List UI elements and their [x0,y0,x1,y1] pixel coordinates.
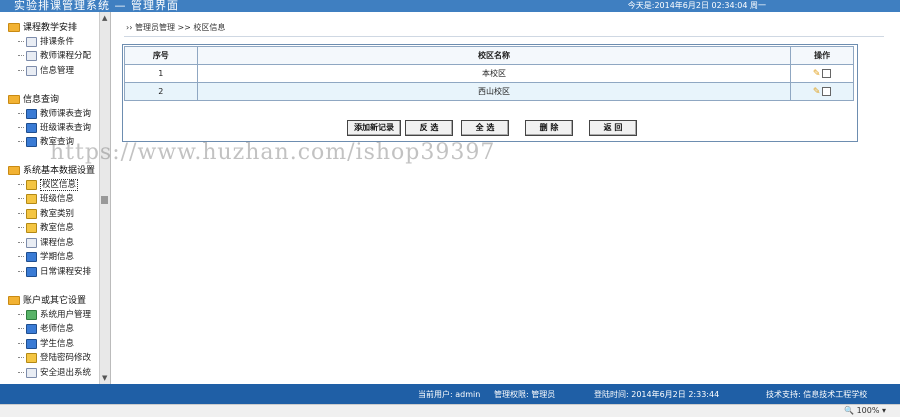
divider [124,36,884,37]
scroll-thumb[interactable] [101,196,108,204]
key-icon [26,352,37,363]
edit-icon [26,208,37,219]
cell-name: 西山校区 [196,82,792,101]
sidebar-item-info-manage[interactable]: 信息管理 [18,64,74,76]
cell-name: 本校区 [196,64,792,83]
main-content: ›› 管理员管理 >> 校区信息 序号 校区名称 操作 1 本校区 ✎ 2 西山… [114,12,900,384]
edit-icon[interactable]: ✎ [813,87,821,97]
sidebar-item-classroom-info[interactable]: 教室信息 [18,221,74,233]
sidebar-item-teacher-course[interactable]: 教师课程分配 [18,49,91,61]
current-date: 今天是:2014年6月2日 02:34:04 周一 [627,1,766,10]
edit-icon [26,122,37,133]
sidebar-item-class-schedule[interactable]: 班级课表查询 [18,121,91,133]
cell-id: 1 [124,64,198,83]
sidebar-item-student-info[interactable]: 学生信息 [18,337,74,349]
doc-icon [26,50,37,61]
breadcrumb: ›› 管理员管理 >> 校区信息 [126,23,226,32]
edit-icon [26,251,37,262]
sidebar-group-course[interactable]: 课程教学安排 [8,20,77,33]
select-all-button[interactable]: 全 选 [461,120,509,136]
sidebar-item-password[interactable]: 登陆密码修改 [18,351,91,363]
doc-icon [26,65,37,76]
table-frame: 序号 校区名称 操作 1 本校区 ✎ 2 西山校区 ✎ 添加新记录 反 选 全 … [122,44,858,142]
sidebar-item-campus[interactable]: 校区信息 [18,178,79,191]
sidebar-item-teacher-info[interactable]: 老师信息 [18,322,74,334]
edit-icon [26,266,37,277]
edit-icon [26,338,37,349]
cell-id: 2 [124,82,198,101]
footer: 当前用户: admin 管理权限: 管理员 登陆时间: 2014年6月2日 2:… [0,384,900,404]
zoom-level[interactable]: 🔍 100% ▾ [844,406,886,415]
sidebar-item-logout[interactable]: 安全退出系统 [18,366,91,378]
campus-table: 序号 校区名称 操作 1 本校区 ✎ 2 西山校区 ✎ [124,46,854,101]
footer-user: 当前用户: admin [418,390,481,399]
users-icon [26,309,37,320]
invert-select-button[interactable]: 反 选 [405,120,453,136]
edit-icon [26,108,37,119]
col-header-op: 操作 [790,46,854,65]
edit-icon [26,323,37,334]
edit-icon [26,136,37,147]
browser-status-bar: 🔍 100% ▾ [0,404,900,417]
cell-op: ✎ [790,82,854,101]
col-header-name: 校区名称 [196,46,792,65]
row-checkbox[interactable] [822,86,832,96]
row-checkbox[interactable] [822,68,832,78]
back-button[interactable]: 返 回 [589,120,637,136]
edit-icon [26,222,37,233]
folder-icon [8,23,20,32]
sidebar-group-query[interactable]: 信息查询 [8,92,59,105]
button-bar: 添加新记录 反 选 全 选 删 除 返 回 [123,118,853,138]
table-header-row: 序号 校区名称 操作 [124,46,854,65]
sidebar: 课程教学安排 排课条件 教师课程分配 信息管理 信息查询 教师课表查询 班级课表… [0,12,111,384]
title-bar: 实验排课管理系统 — 管理界面 今天是:2014年6月2日 02:34:04 周… [0,0,900,12]
folder-icon [8,95,20,104]
cell-op: ✎ [790,64,854,83]
sidebar-item-daily-course[interactable]: 日常课程安排 [18,265,91,277]
delete-button[interactable]: 删 除 [525,120,573,136]
sidebar-item-user-manage[interactable]: 系统用户管理 [18,308,91,320]
table-row[interactable]: 2 西山校区 ✎ [124,82,854,101]
sidebar-item-teacher-schedule[interactable]: 教师课表查询 [18,107,91,119]
doc-icon [26,36,37,47]
footer-support: 技术支持: 信息技术工程学校 [766,390,868,399]
sidebar-item-conditions[interactable]: 排课条件 [18,35,74,47]
edit-icon[interactable]: ✎ [813,69,821,79]
sidebar-item-course-info[interactable]: 课程信息 [18,236,74,248]
footer-role: 管理权限: 管理员 [494,390,556,399]
sidebar-item-classroom-type[interactable]: 教室类别 [18,207,74,219]
table-row[interactable]: 1 本校区 ✎ [124,64,854,83]
folder-icon [8,296,20,305]
edit-icon [26,193,37,204]
sidebar-group-account[interactable]: 账户或其它设置 [8,293,86,306]
folder-icon [8,166,20,175]
edit-icon [26,179,37,190]
add-record-button[interactable]: 添加新记录 [347,120,401,136]
sidebar-item-term-info[interactable]: 学期信息 [18,250,74,262]
watermark-text: https://www.huzhan.com/ishop39397 [50,140,496,165]
exit-icon [26,367,37,378]
footer-login-time: 登陆时间: 2014年6月2日 2:33:44 [594,390,720,399]
col-header-id: 序号 [124,46,198,65]
scroll-up-icon[interactable]: ▲ [102,14,107,22]
scroll-down-icon[interactable]: ▼ [102,374,107,382]
sidebar-scrollbar[interactable]: ▲ ▼ [99,12,110,384]
doc-icon [26,237,37,248]
sidebar-item-class-info[interactable]: 班级信息 [18,192,74,204]
